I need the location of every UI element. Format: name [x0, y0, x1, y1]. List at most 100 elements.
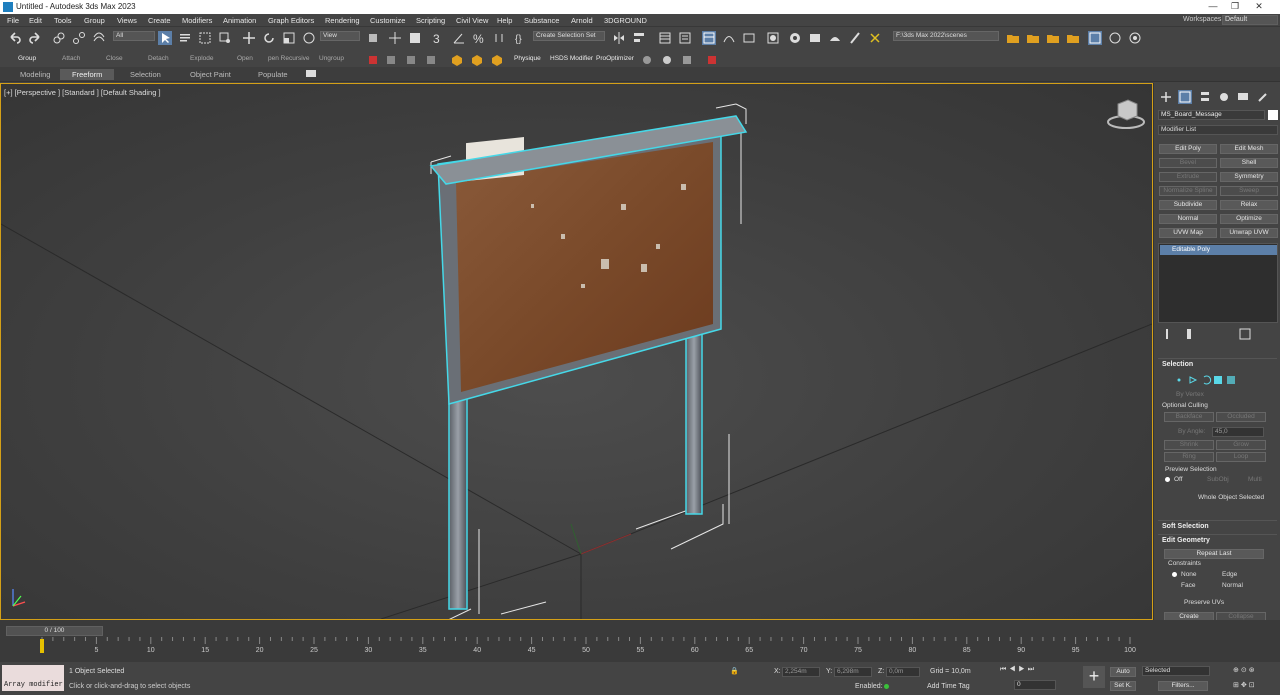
menu-file[interactable]: File — [7, 16, 19, 25]
z-coordinate-field[interactable]: 0,0m — [886, 667, 920, 677]
reference-coord-dropdown[interactable]: View — [320, 31, 360, 41]
workspace-dropdown[interactable]: Default — [1222, 15, 1278, 25]
link-icon[interactable] — [52, 31, 66, 45]
open-recursive-label[interactable]: pen Recursive — [268, 55, 310, 62]
tab-selection[interactable]: Selection — [118, 69, 173, 80]
window-crossing-icon[interactable] — [218, 31, 232, 45]
close-button[interactable]: ✕ — [1252, 1, 1266, 12]
box-icon[interactable] — [450, 53, 464, 67]
menu-rendering[interactable]: Rendering — [325, 16, 360, 25]
loop-button[interactable]: Loop — [1216, 452, 1266, 462]
relax-button[interactable]: Relax — [1220, 200, 1278, 210]
playback-controls[interactable]: ⏮◀▶⏭ — [1000, 666, 1037, 674]
tab-populate[interactable]: Populate — [246, 69, 300, 80]
menu-group[interactable]: Group — [84, 16, 105, 25]
motion-tab-icon[interactable] — [1217, 90, 1231, 104]
undo-icon[interactable] — [8, 31, 22, 45]
move-icon[interactable] — [242, 31, 256, 45]
placement-icon[interactable] — [302, 31, 316, 45]
hierarchy-tab-icon[interactable] — [1198, 90, 1212, 104]
y-coordinate-field[interactable]: 6,298m — [834, 667, 872, 677]
viewport-nav-icons[interactable]: ⊕⊙⊛ — [1233, 666, 1257, 674]
add-time-tag[interactable]: Add Time Tag — [927, 683, 970, 690]
shrink-button[interactable]: Shrink — [1164, 440, 1214, 450]
preserve-uvs-checkbox[interactable]: Preserve UVs — [1184, 599, 1224, 606]
render-icon[interactable] — [828, 31, 842, 45]
selection-rollout-header[interactable]: Selection — [1158, 358, 1277, 369]
pin-icon[interactable] — [1108, 31, 1122, 45]
menu-views[interactable]: Views — [117, 16, 137, 25]
subobj-radio[interactable]: SubObj — [1207, 476, 1229, 483]
time-slider[interactable]: 0 / 100 — [6, 626, 103, 636]
repeat-last-button[interactable]: Repeat Last — [1164, 549, 1264, 559]
bind-spacewarp-icon[interactable] — [92, 31, 106, 45]
menu-animation[interactable]: Animation — [223, 16, 256, 25]
sub-tool-icon[interactable] — [366, 53, 380, 67]
ring-button[interactable]: Ring — [1164, 452, 1214, 462]
layer-explorer-icon[interactable] — [678, 31, 692, 45]
schematic-view-icon[interactable] — [742, 31, 756, 45]
enabled-indicator[interactable] — [884, 684, 889, 689]
pivot-icon[interactable] — [366, 31, 380, 45]
curve-editor-icon[interactable] — [722, 31, 736, 45]
set-key-icon[interactable]: + — [1083, 666, 1105, 688]
object-name-field[interactable]: MS_Board_Message — [1158, 110, 1265, 120]
face-radio[interactable]: Face — [1181, 582, 1195, 589]
menu-graph-editors[interactable]: Graph Editors — [268, 16, 314, 25]
tab-modeling[interactable]: Modeling — [8, 69, 62, 80]
menu-customize[interactable]: Customize — [370, 16, 405, 25]
select-object-icon[interactable] — [158, 31, 172, 45]
perspective-viewport[interactable]: [+] [Perspective ] [Standard ] [Default … — [0, 83, 1153, 620]
unwrap-uvw-button[interactable]: Unwrap UVW — [1220, 228, 1278, 238]
select-manipulate-icon[interactable] — [388, 31, 402, 45]
menu-arnold[interactable]: Arnold — [571, 16, 593, 25]
menu-tools[interactable]: Tools — [54, 16, 72, 25]
selection-filter-dropdown[interactable]: All — [113, 31, 155, 41]
render-production-icon[interactable] — [848, 31, 862, 45]
angle-snap-icon[interactable] — [452, 31, 466, 45]
open-label[interactable]: Open — [237, 55, 253, 62]
key-filters-button[interactable]: Filters... — [1158, 681, 1208, 691]
collapse-button[interactable]: Collapse — [1216, 612, 1266, 620]
scene-explorer-icon[interactable] — [658, 31, 672, 45]
sweep-button[interactable]: Sweep — [1220, 186, 1278, 196]
pin-stack-icon[interactable] — [1160, 327, 1170, 339]
angle-spinner[interactable]: 45,0 — [1212, 427, 1264, 437]
create-tab-icon[interactable] — [1159, 90, 1173, 104]
select-by-name-icon[interactable] — [178, 31, 192, 45]
unlink-icon[interactable] — [72, 31, 86, 45]
sub-tool-icon[interactable] — [384, 53, 398, 67]
render-setup-icon[interactable] — [788, 31, 802, 45]
group-label[interactable]: Group — [18, 55, 36, 62]
modify-tab-icon[interactable] — [1178, 90, 1192, 104]
edit-mesh-button[interactable]: Edit Mesh — [1220, 144, 1278, 154]
track-bar[interactable]: 0510152025303540455055606570758085909510… — [15, 637, 1153, 661]
edge-radio[interactable]: Edge — [1222, 571, 1237, 578]
project-folder-dropdown[interactable]: F:\3ds Max 2022\scenes — [893, 31, 999, 41]
bevel-button[interactable]: Bevel — [1159, 158, 1217, 168]
help-icon[interactable] — [1128, 31, 1142, 45]
plugin-icon[interactable] — [680, 53, 694, 67]
extrude-button[interactable]: Extrude — [1159, 172, 1217, 182]
tab-object-paint[interactable]: Object Paint — [178, 69, 243, 80]
by-vertex-checkbox[interactable]: By Vertex — [1176, 391, 1204, 398]
plugin-icon[interactable] — [660, 53, 674, 67]
scissors-icon[interactable] — [868, 31, 882, 45]
physique-button[interactable]: Physique — [514, 55, 541, 62]
sub-tool-icon[interactable] — [424, 53, 438, 67]
redo-icon[interactable] — [28, 31, 42, 45]
hsds-modifier-button[interactable]: HSDS Modifier — [550, 55, 593, 62]
explode-label[interactable]: Explode — [190, 55, 214, 62]
spinner-snap-icon[interactable] — [492, 31, 506, 45]
normalize-spline-button[interactable]: Normalize Spline — [1159, 186, 1217, 196]
ungroup-label[interactable]: Ungroup — [319, 55, 344, 62]
plugin-icon[interactable] — [640, 53, 654, 67]
lock-icon[interactable]: 🔒 — [730, 667, 739, 675]
normal-button[interactable]: Normal — [1159, 214, 1217, 224]
viewport-layout-icon[interactable] — [1088, 31, 1102, 45]
keyboard-shortcut-icon[interactable] — [408, 31, 422, 45]
prooptimizer-button[interactable]: ProOptimizer — [596, 55, 634, 62]
save-folder-icon[interactable] — [1066, 31, 1080, 45]
menu-edit[interactable]: Edit — [29, 16, 42, 25]
box-icon[interactable] — [490, 53, 504, 67]
